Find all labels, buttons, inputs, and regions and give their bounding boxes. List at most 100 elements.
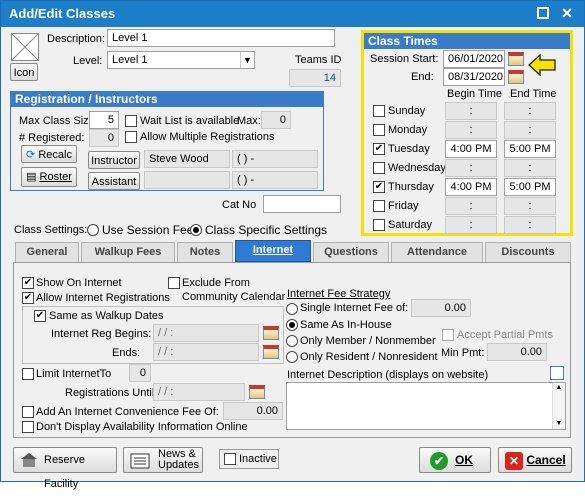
exclude-calendar-label-1: Exclude From: [182, 277, 250, 289]
day-checkbox[interactable]: [373, 219, 385, 231]
day-end-time[interactable]: :: [504, 121, 556, 139]
calendar-icon[interactable]: [508, 52, 524, 66]
min-pmt-input[interactable]: 0.00: [487, 343, 547, 361]
session-end-input[interactable]: 08/31/2020: [443, 68, 505, 86]
convenience-fee-input[interactable]: 0.00: [223, 402, 283, 420]
limit-internet-label: Limit InternetTo: [36, 368, 112, 380]
calendar-icon[interactable]: [508, 70, 524, 84]
day-begin-time[interactable]: :: [445, 102, 497, 120]
internet-description-textarea[interactable]: ▲ ▼: [286, 382, 566, 430]
use-session-fees-radio[interactable]: [87, 224, 99, 236]
only-member-radio[interactable]: [286, 335, 298, 347]
cat-no-input[interactable]: [263, 195, 341, 213]
max-waitlist-input[interactable]: 0: [261, 111, 291, 129]
same-as-inhouse-label: Same As In-House: [300, 319, 392, 331]
tab-internet[interactable]: Internet: [235, 240, 311, 262]
day-end-time[interactable]: :: [504, 197, 556, 215]
instructor-phone: ( ) -: [232, 150, 318, 168]
exclude-calendar-checkbox[interactable]: [168, 277, 180, 289]
day-begin-time[interactable]: :: [445, 197, 497, 215]
day-end-time[interactable]: 5:00 PM: [504, 140, 556, 158]
ok-label: OK: [455, 453, 473, 467]
waitlist-label: Wait List is available: [140, 115, 240, 127]
convenience-fee-checkbox[interactable]: [22, 406, 34, 418]
maximize-icon[interactable]: [535, 5, 551, 21]
checkmark-icon: ✔: [430, 452, 448, 470]
news-updates-button[interactable]: News & Updates: [123, 447, 203, 473]
copy-icon[interactable]: [550, 366, 564, 380]
description-input[interactable]: Level 1: [107, 29, 335, 47]
teams-id-value: 14: [289, 69, 341, 87]
max-class-size-input[interactable]: 5: [89, 111, 119, 129]
close-icon[interactable]: ✕: [559, 5, 575, 21]
end-time-header: End Time: [510, 88, 557, 100]
calendar-icon[interactable]: [263, 326, 279, 340]
tab-walkup-fees[interactable]: Walkup Fees: [81, 242, 175, 263]
day-begin-time[interactable]: :: [445, 121, 497, 139]
day-end-time[interactable]: :: [504, 159, 556, 177]
tab-questions[interactable]: Questions: [313, 242, 389, 263]
day-end-time[interactable]: 5:00 PM: [504, 178, 556, 196]
same-as-inhouse-radio[interactable]: [286, 319, 298, 331]
day-checkbox[interactable]: [373, 124, 385, 136]
reg-until-input[interactable]: / / :: [153, 383, 245, 401]
roster-button[interactable]: ▤ Roster: [21, 167, 77, 187]
session-start-input[interactable]: 06/01/2020: [443, 50, 505, 68]
calendar-icon[interactable]: [249, 385, 265, 399]
instructor-button[interactable]: Instructor: [88, 151, 140, 169]
reg-begins-label: Internet Reg Begins:: [51, 328, 152, 340]
day-checkbox[interactable]: [373, 105, 385, 117]
tab-general[interactable]: General: [15, 242, 79, 263]
day-begin-time[interactable]: 4:00 PM: [445, 140, 497, 158]
same-as-walkup-checkbox[interactable]: ✔: [34, 310, 46, 322]
dont-display-checkbox[interactable]: [22, 421, 34, 433]
chevron-down-icon[interactable]: ▼: [240, 52, 254, 68]
show-on-internet-checkbox[interactable]: ✔: [22, 277, 34, 289]
registered-value: 0: [89, 129, 119, 147]
waitlist-checkbox[interactable]: [125, 115, 137, 127]
tab-attendance[interactable]: Attendance: [391, 242, 483, 263]
ok-button[interactable]: ✔ OK: [419, 447, 491, 473]
only-resident-radio[interactable]: [286, 351, 298, 363]
single-fee-radio[interactable]: [286, 303, 298, 315]
reg-ends-input[interactable]: / / :: [153, 343, 259, 361]
limit-internet-checkbox[interactable]: [22, 368, 34, 380]
calendar-icon[interactable]: [263, 345, 279, 359]
scrollbar[interactable]: ▲ ▼: [552, 383, 565, 429]
day-checkbox[interactable]: ✔: [373, 181, 385, 193]
tab-discounts[interactable]: Discounts: [485, 242, 571, 263]
accept-partial-checkbox[interactable]: [442, 329, 454, 341]
internet-description-label: Internet Description (displays on websit…: [287, 369, 489, 381]
day-begin-time[interactable]: :: [445, 159, 497, 177]
class-specific-radio[interactable]: [190, 224, 202, 236]
cancel-button[interactable]: ✕ Cancel: [498, 447, 572, 473]
day-checkbox[interactable]: [373, 162, 385, 174]
day-end-time[interactable]: :: [504, 102, 556, 120]
allow-multiple-label: Allow Multiple Registrations: [140, 131, 275, 143]
day-begin-time[interactable]: 4:00 PM: [445, 178, 497, 196]
recalc-button[interactable]: ⟳ Recalc: [21, 145, 77, 163]
icon-button[interactable]: Icon: [10, 63, 38, 81]
inactive-checkbox[interactable]: [224, 453, 236, 465]
single-fee-input[interactable]: 0.00: [411, 299, 471, 317]
allow-internet-reg-checkbox[interactable]: ✔: [22, 292, 34, 304]
reserve-facility-button[interactable]: Reserve Facility: [13, 447, 117, 490]
add-edit-classes-window: Add/Edit Classes ✕ Icon Description: Lev…: [0, 0, 585, 490]
level-select[interactable]: Level 1 ▼: [107, 51, 255, 69]
max-label: Max:: [237, 115, 261, 127]
tab-notes[interactable]: Notes: [177, 242, 233, 263]
show-on-internet-label: Show On Internet: [36, 277, 122, 289]
day-label: Sunday: [388, 105, 426, 117]
day-checkbox[interactable]: ✔: [373, 143, 385, 155]
limit-internet-input[interactable]: 0: [129, 364, 151, 382]
cancel-label: Cancel: [526, 453, 566, 467]
reg-begins-input[interactable]: / / :: [153, 324, 259, 342]
day-end-time[interactable]: :: [504, 216, 556, 234]
day-checkbox[interactable]: [373, 200, 385, 212]
allow-multiple-checkbox[interactable]: [125, 131, 137, 143]
scroll-up-icon[interactable]: ▲: [553, 383, 565, 393]
day-begin-time[interactable]: :: [445, 216, 497, 234]
roster-label: Roster: [39, 171, 72, 183]
scroll-down-icon[interactable]: ▼: [553, 419, 565, 429]
assistant-button[interactable]: Assistant: [88, 172, 140, 190]
